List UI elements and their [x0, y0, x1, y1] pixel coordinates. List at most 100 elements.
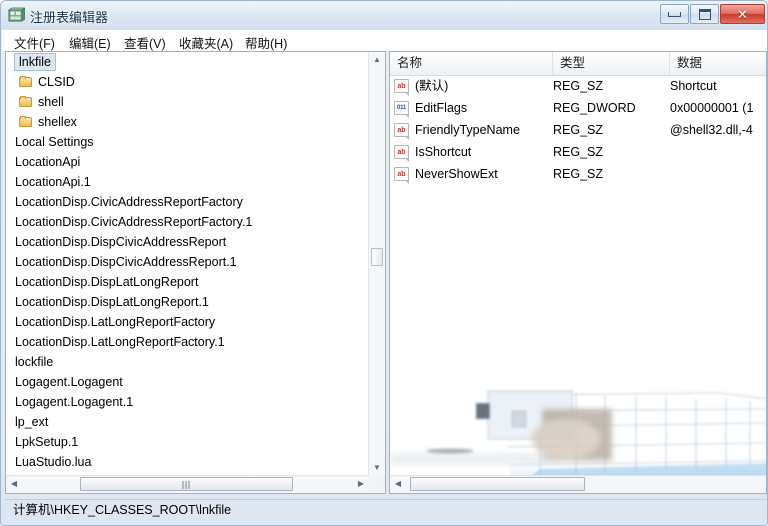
status-bar: 计算机\HKEY_CLASSES_ROOT\lnkfile: [5, 499, 767, 519]
tree-scroll-down-icon[interactable]: ▼: [369, 460, 385, 476]
value-row[interactable]: 011 EditFlags REG_DWORD 0x00000001 (1: [390, 97, 766, 119]
tree-item-label: LocationDisp.DispCivicAddressReport: [15, 235, 227, 249]
folder-icon: [19, 116, 33, 128]
tree-vertical-scroll-thumb[interactable]: [371, 248, 383, 266]
tree-scroll-up-icon[interactable]: ▲: [369, 52, 385, 68]
tree-item[interactable]: LocationDisp.CivicAddressReportFactory.1: [6, 212, 369, 232]
registry-editor-window: 注册表编辑器 ✕ 文件(F) 编辑(E) 查看(V) 收藏夹(A) 帮助(H) …: [0, 0, 768, 526]
string-value-icon: ab: [394, 167, 409, 184]
tree-item-label: LocationDisp.CivicAddressReportFactory: [15, 195, 243, 209]
tree-scroll-corner: [369, 476, 385, 493]
title-bar[interactable]: 注册表编辑器 ✕: [1, 1, 767, 30]
tree-item[interactable]: CLSID: [6, 72, 369, 92]
value-type-cell: REG_SZ: [553, 145, 604, 159]
value-type-cell: REG_SZ: [553, 123, 604, 137]
tree-item-label: Logagent.Logagent: [15, 375, 123, 389]
menu-view[interactable]: 查看(V): [124, 33, 166, 52]
string-value-icon: ab: [394, 79, 409, 96]
registry-tree[interactable]: lnkfile CLSID shell shellex Local Settings Lo…: [6, 52, 369, 476]
tree-item-label: lockfile: [15, 355, 54, 369]
value-name-cell: EditFlags: [415, 101, 468, 115]
value-name-cell: IsShortcut: [415, 145, 472, 159]
value-icon-glyph: 011: [396, 105, 407, 111]
tree-item[interactable]: shell: [6, 92, 369, 112]
tree-item-label: lp_ext: [15, 415, 49, 429]
value-data-cell: @shell32.dll,-4: [670, 123, 753, 137]
value-data-cell: Shortcut: [670, 79, 717, 93]
column-header-data[interactable]: 数据: [670, 52, 766, 75]
menu-edit[interactable]: 编辑(E): [69, 33, 111, 52]
tree-item[interactable]: Local Settings: [6, 132, 369, 152]
tree-vertical-scrollbar[interactable]: ▲ ▼: [368, 52, 385, 476]
tree-horizontal-scroll-thumb[interactable]: [80, 477, 293, 491]
tree-item-label: LocationDisp.CivicAddressReportFactory.1: [15, 215, 253, 229]
tree-item-label: shell: [38, 95, 64, 109]
value-name-cell: (默认): [415, 79, 449, 93]
value-data-cell: 0x00000001 (1: [670, 101, 754, 115]
maximize-button[interactable]: [690, 4, 719, 24]
value-type-cell: REG_DWORD: [553, 101, 636, 115]
registry-path-text: 计算机\HKEY_CLASSES_ROOT\lnkfile: [13, 503, 232, 517]
tree-item[interactable]: LocationApi.1: [6, 172, 369, 192]
close-button[interactable]: ✕: [720, 4, 765, 24]
tree-item[interactable]: LpkSetup.1: [6, 432, 369, 452]
dword-value-icon: 011: [394, 101, 409, 118]
window-title: 注册表编辑器: [30, 10, 109, 25]
menu-favorites[interactable]: 收藏夹(A): [179, 33, 233, 52]
tree-scroll-left-icon[interactable]: ◀: [6, 476, 22, 492]
column-header-name[interactable]: 名称: [390, 52, 553, 75]
maximize-icon: [691, 5, 718, 23]
tree-item-label: Local Settings: [15, 135, 94, 149]
string-value-icon: ab: [394, 145, 409, 162]
folder-icon: [19, 76, 33, 88]
tree-item-label: shellex: [38, 115, 77, 129]
tree-item-label: LocationApi: [15, 155, 81, 169]
tree-horizontal-scrollbar[interactable]: ◀ ▶: [6, 475, 369, 493]
tree-item[interactable]: lnkfile: [6, 52, 369, 72]
tree-item[interactable]: LocationDisp.LatLongReportFactory.1: [6, 332, 369, 352]
column-header-type[interactable]: 类型: [553, 52, 670, 75]
values-horizontal-scrollbar[interactable]: ◀: [390, 475, 766, 493]
tree-item[interactable]: LocationDisp.DispCivicAddressReport.1: [6, 252, 369, 272]
tree-item[interactable]: LocationDisp.LatLongReportFactory: [6, 312, 369, 332]
values-horizontal-scroll-thumb[interactable]: [410, 477, 585, 491]
value-row[interactable]: ab (默认) REG_SZ Shortcut: [390, 75, 766, 97]
tree-item[interactable]: lp_ext: [6, 412, 369, 432]
values-list[interactable]: ab (默认) REG_SZ Shortcut 011 EditFlags REG_DWOR…: [390, 75, 766, 476]
value-icon-glyph: ab: [397, 148, 406, 156]
tree-item[interactable]: LocationDisp.CivicAddressReportFactory: [6, 192, 369, 212]
menu-file[interactable]: 文件(F): [14, 33, 55, 52]
value-row[interactable]: ab NeverShowExt REG_SZ: [390, 163, 766, 185]
value-row[interactable]: ab FriendlyTypeName REG_SZ @shell32.dll,-4: [390, 119, 766, 141]
tree-item-label: LocationDisp.DispLatLongReport: [15, 275, 199, 289]
tree-item[interactable]: LocationApi: [6, 152, 369, 172]
tree-item[interactable]: Logagent.Logagent: [6, 372, 369, 392]
value-data-cell: [670, 141, 766, 163]
tree-scroll-right-icon[interactable]: ▶: [353, 476, 369, 492]
tree-item-label: LocationApi.1: [15, 175, 91, 189]
tree-item-label: LpkSetup.1: [15, 435, 79, 449]
minimize-button[interactable]: [660, 4, 689, 24]
tree-item-label: LocationDisp.LatLongReportFactory: [15, 315, 216, 329]
menu-help[interactable]: 帮助(H): [245, 33, 287, 52]
tree-item[interactable]: shellex: [6, 112, 369, 132]
folder-icon: [19, 96, 33, 108]
menu-bar: 文件(F) 编辑(E) 查看(V) 收藏夹(A) 帮助(H): [2, 30, 767, 52]
tree-item[interactable]: LocationDisp.DispLatLongReport.1: [6, 292, 369, 312]
tree-item[interactable]: LuaStudio.lua: [6, 452, 369, 472]
scroll-grip-icon: [182, 481, 191, 489]
tree-item[interactable]: LocationDisp.DispLatLongReport: [6, 272, 369, 292]
value-type-cell: REG_SZ: [553, 79, 604, 93]
tree-item-label: LuaStudio.lua: [15, 455, 92, 469]
value-type-cell: REG_SZ: [553, 167, 604, 181]
registry-values-pane: 名称 类型 数据 ab (默认) REG_SZ Shortcut 011 EditFlag…: [389, 51, 767, 494]
value-icon-glyph: ab: [397, 126, 406, 134]
tree-item[interactable]: LocationDisp.DispCivicAddressReport: [6, 232, 369, 252]
tree-item-label: LocationDisp.DispCivicAddressReport.1: [15, 255, 237, 269]
value-data-cell: [670, 163, 766, 185]
tree-item[interactable]: Logagent.Logagent.1: [6, 392, 369, 412]
tree-item[interactable]: lockfile: [6, 352, 369, 372]
tree-item-label: Logagent.Logagent.1: [15, 395, 134, 409]
value-row[interactable]: ab IsShortcut REG_SZ: [390, 141, 766, 163]
values-scroll-left-icon[interactable]: ◀: [390, 476, 406, 492]
